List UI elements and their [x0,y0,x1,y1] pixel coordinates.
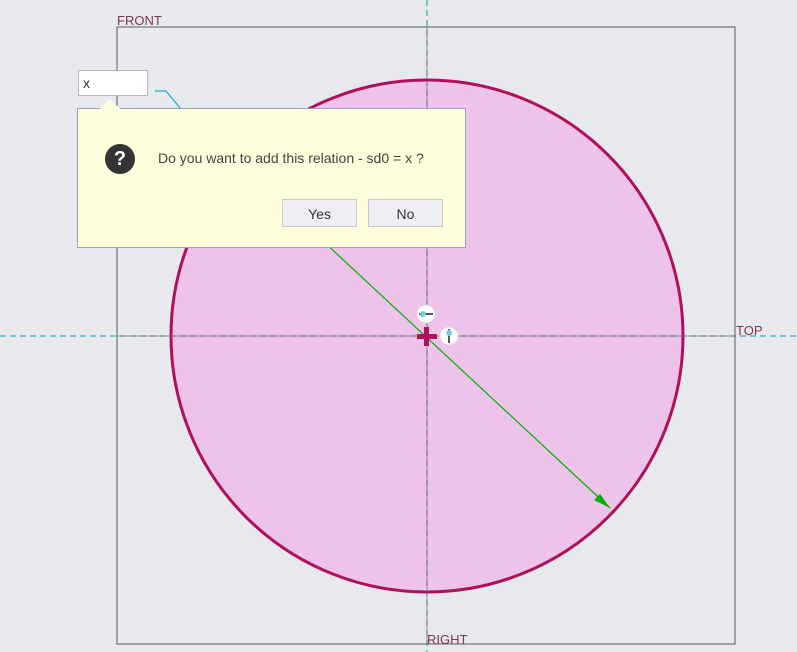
front-datum-label: FRONT [117,13,162,28]
leader-line [155,90,181,109]
no-button[interactable]: No [368,199,443,227]
dimension-value-input[interactable] [78,70,148,96]
yes-button[interactable]: Yes [282,199,357,227]
relation-confirm-dialog: ? Do you want to add this relation - sd0… [77,108,466,248]
horizontal-constraint-icon[interactable] [416,304,436,324]
right-datum-label: RIGHT [427,632,468,647]
dialog-pointer [100,99,120,109]
vertical-constraint-icon[interactable] [439,326,459,346]
top-datum-label: TOP [736,323,763,338]
sketch-canvas[interactable] [0,0,797,652]
question-icon: ? [105,144,135,174]
dialog-message: Do you want to add this relation - sd0 =… [158,150,424,166]
